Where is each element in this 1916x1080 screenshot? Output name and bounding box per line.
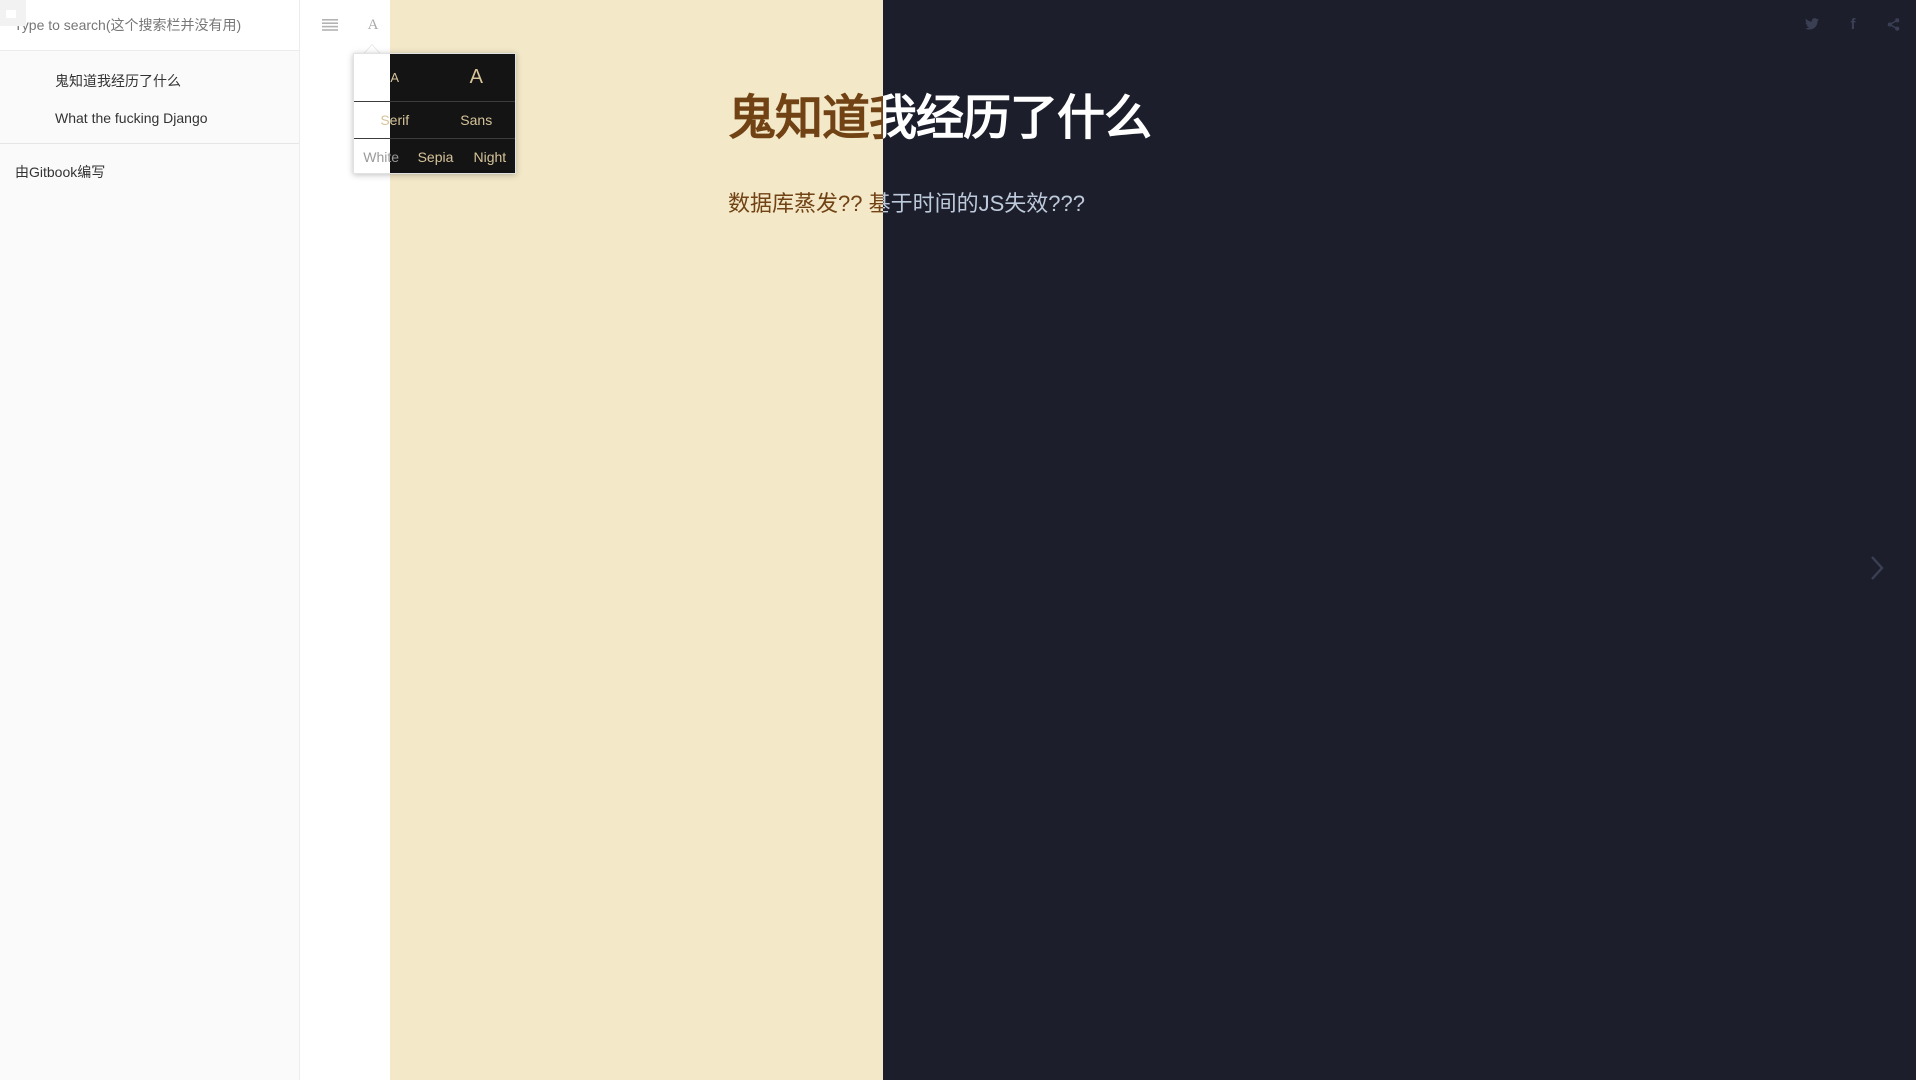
font-a-icon: A [367, 16, 379, 33]
font-settings-dropdown: A A Serif Sans White Sepia Night [353, 53, 516, 174]
toc-item-ghost[interactable]: 鬼知道我经历了什么 [0, 63, 299, 100]
font-settings-button[interactable]: A [360, 12, 386, 38]
search-input[interactable] [0, 0, 299, 50]
font-size-increase-button[interactable]: A [436, 54, 516, 101]
facebook-icon: f [1850, 15, 1856, 33]
chevron-right-icon [1871, 556, 1884, 580]
next-page-button[interactable] [1862, 548, 1892, 588]
menu-lines-icon [322, 19, 338, 31]
share-button[interactable] [1883, 14, 1903, 34]
theme-sepia-button[interactable]: Sepia [408, 139, 462, 173]
theme-white-button[interactable]: White [354, 139, 408, 173]
facebook-share-button[interactable]: f [1843, 14, 1863, 34]
font-family-sans-button[interactable]: Sans [436, 102, 516, 138]
search-box [0, 0, 299, 51]
font-family-row: Serif Sans [354, 101, 516, 138]
toggle-sidebar-button[interactable] [317, 12, 343, 38]
night-theme-area [883, 0, 1916, 1080]
font-size-decrease-button[interactable]: A [354, 54, 436, 101]
font-family-serif-button[interactable]: Serif [354, 102, 436, 138]
theme-night-button[interactable]: Night [463, 139, 515, 173]
sidebar: 鬼知道我经历了什么 What the fucking Django 由Gitbo… [0, 0, 300, 1080]
powered-by-gitbook-link[interactable]: 由Gitbook编写 [0, 162, 299, 182]
twitter-share-button[interactable] [1802, 14, 1822, 34]
toc-item-django[interactable]: What the fucking Django [0, 100, 299, 137]
theme-row: White Sepia Night [354, 138, 515, 173]
table-of-contents: 鬼知道我经历了什么 What the fucking Django [0, 51, 299, 144]
font-size-row: A A [354, 54, 516, 101]
share-icon [1887, 17, 1899, 31]
twitter-icon [1805, 18, 1819, 30]
corner-mark [0, 0, 26, 26]
